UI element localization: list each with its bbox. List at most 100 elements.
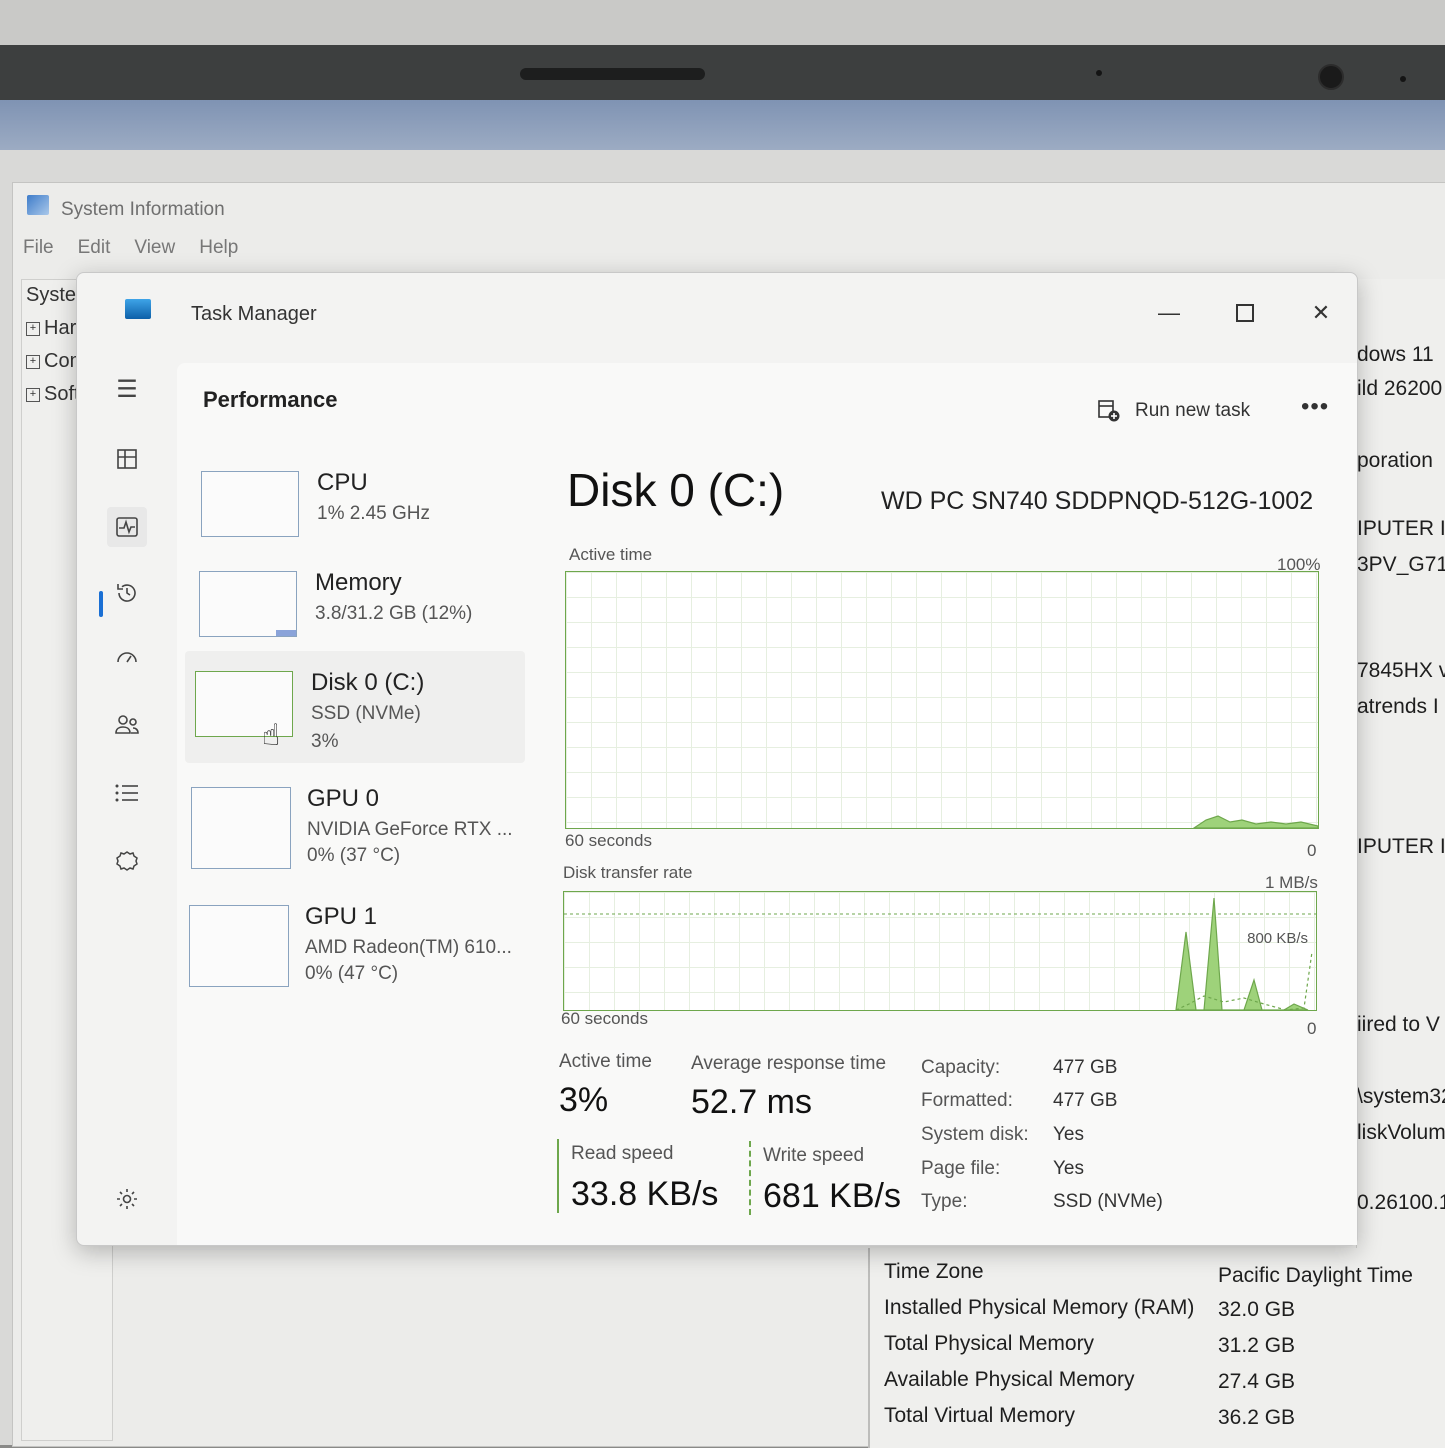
- menu-bar: File Edit View Help: [23, 237, 238, 259]
- title-bar[interactable]: System Information: [13, 183, 1445, 233]
- item-value: Pacific Daylight Time: [1218, 1264, 1413, 1287]
- summary-value: atrends I: [1357, 695, 1439, 718]
- expand-icon[interactable]: +: [26, 387, 40, 402]
- menu-edit[interactable]: Edit: [78, 237, 111, 259]
- summary-value: liskVolum: [1357, 1121, 1445, 1144]
- menu-file[interactable]: File: [23, 237, 54, 259]
- minimize-button[interactable]: —: [1149, 293, 1189, 333]
- response-time-label: Average response time: [691, 1053, 887, 1074]
- resource-item-cpu[interactable]: CPU 1% 2.45 GHz: [191, 459, 531, 559]
- item-value: 32.0 GB: [1218, 1298, 1296, 1321]
- resource-usage: 0% (47 °C): [305, 963, 399, 984]
- write-speed-label: Write speed: [763, 1145, 865, 1166]
- item-value: 27.4 GB: [1218, 1370, 1296, 1393]
- property-value: 477 GB: [1053, 1057, 1118, 1078]
- run-task-icon: [1098, 400, 1120, 422]
- expand-icon[interactable]: +: [26, 321, 40, 336]
- performance-page: Performance Run new task ••• CPU 1% 2.45…: [177, 363, 1357, 1245]
- resource-item-memory[interactable]: Memory 3.8/31.2 GB (12%): [189, 559, 529, 659]
- performance-icon[interactable]: [107, 507, 147, 547]
- menu-view[interactable]: View: [134, 237, 175, 259]
- summary-value: iired to V: [1357, 1013, 1440, 1036]
- property-label: Formatted:: [921, 1090, 1013, 1111]
- active-time-value: 3%: [559, 1081, 609, 1119]
- summary-value: IPUTER IN: [1357, 517, 1445, 540]
- hamburger-icon[interactable]: ☰: [107, 369, 147, 409]
- resource-item-disk-0[interactable]: Disk 0 (C:) SSD (NVMe) 3%: [185, 651, 525, 763]
- read-speed-indicator: [557, 1139, 559, 1213]
- details-icon[interactable]: [107, 773, 147, 813]
- item-name: Time Zone: [884, 1260, 984, 1283]
- menu-help[interactable]: Help: [199, 237, 238, 259]
- graph-duration: 60 seconds: [565, 831, 652, 850]
- item-name: Total Virtual Memory: [884, 1404, 1076, 1427]
- graph-min: 0: [1307, 841, 1317, 860]
- resource-name: CPU: [317, 469, 368, 496]
- property-label: System disk:: [921, 1124, 1029, 1145]
- summary-values-column: dows 11 ild 26200 poration IPUTER IN 3PV…: [1356, 279, 1445, 1249]
- run-task-label: Run new task: [1135, 400, 1251, 421]
- startup-apps-icon[interactable]: [107, 639, 147, 679]
- summary-table: Time Zone Pacific Daylight Time Installed…: [868, 1248, 1445, 1448]
- summary-value: 3PV_G71: [1357, 553, 1445, 576]
- graph-min: 0: [1307, 1019, 1317, 1038]
- disk-model: WD PC SN740 SDDPNQD-512G-1002: [881, 487, 1314, 515]
- property-label: Type:: [921, 1191, 968, 1212]
- hand-cursor-icon: ☝: [262, 719, 281, 752]
- task-manager-icon: [125, 299, 151, 319]
- resource-name: GPU 1: [305, 903, 378, 930]
- graph-label: Disk transfer rate: [563, 863, 693, 882]
- transfer-rate-line: [564, 897, 1316, 1010]
- summary-value: 7845HX v: [1357, 659, 1445, 682]
- resource-name: Memory: [315, 569, 402, 596]
- transfer-rate-graph: 800 KB/s: [563, 891, 1317, 1011]
- summary-value: IPUTER IN: [1357, 835, 1445, 858]
- item-value: 31.2 GB: [1218, 1334, 1296, 1357]
- resource-detail: 1% 2.45 GHz: [317, 503, 430, 524]
- expand-icon[interactable]: +: [26, 354, 40, 369]
- sensor-dot: [1400, 76, 1406, 82]
- navigation-rail: ☰: [77, 353, 177, 1243]
- more-options-button[interactable]: •••: [1301, 393, 1329, 421]
- property-value: Yes: [1053, 1158, 1084, 1179]
- gpu1-mini-graph: [189, 905, 289, 987]
- users-icon[interactable]: [107, 705, 147, 745]
- property-label: Capacity:: [921, 1057, 1001, 1078]
- item-name: Installed Physical Memory (RAM): [884, 1296, 1195, 1319]
- item-name: Available Physical Memory: [884, 1368, 1135, 1391]
- active-indicator: [99, 591, 103, 617]
- bezel-notch: [520, 68, 705, 80]
- services-icon[interactable]: [107, 841, 147, 881]
- processes-icon[interactable]: [107, 439, 147, 479]
- resource-usage: 3%: [311, 731, 339, 752]
- window-title: System Information: [61, 199, 225, 220]
- active-time-label: Active time: [559, 1051, 652, 1072]
- resource-name: Disk 0 (C:): [311, 669, 425, 696]
- memory-mini-graph: [199, 571, 297, 637]
- resource-usage: 0% (37 °C): [307, 845, 401, 866]
- active-time-line: [1192, 815, 1318, 828]
- maximize-button[interactable]: [1225, 293, 1265, 333]
- property-value: 477 GB: [1053, 1090, 1118, 1111]
- run-new-task-button[interactable]: Run new task: [1097, 399, 1250, 423]
- response-time-value: 52.7 ms: [691, 1083, 812, 1121]
- settings-icon[interactable]: [107, 1179, 147, 1219]
- summary-value: ild 26200: [1357, 377, 1443, 400]
- resource-item-gpu-0[interactable]: GPU 0 NVIDIA GeForce RTX ... 0% (37 °C): [181, 775, 521, 881]
- page-title: Performance: [203, 387, 338, 412]
- item-name: Total Physical Memory: [884, 1332, 1095, 1355]
- resource-item-gpu-1[interactable]: GPU 1 AMD Radeon(TM) 610... 0% (47 °C): [179, 893, 519, 999]
- minimize-icon: —: [1158, 300, 1180, 325]
- task-manager-window: Task Manager — ✕ ☰ Performance Run new t…: [76, 272, 1358, 1246]
- close-button[interactable]: ✕: [1301, 293, 1341, 333]
- graph-label: Active time: [569, 545, 653, 564]
- property-label: Page file:: [921, 1158, 1001, 1179]
- read-speed-label: Read speed: [571, 1143, 674, 1164]
- summary-value: poration: [1357, 449, 1433, 472]
- maximize-icon: [1236, 304, 1254, 322]
- property-value: SSD (NVMe): [1053, 1191, 1163, 1212]
- cpu-mini-graph: [201, 471, 299, 537]
- app-history-icon[interactable]: [107, 573, 147, 613]
- summary-value: dows 11: [1357, 343, 1434, 366]
- gpu0-mini-graph: [191, 787, 291, 869]
